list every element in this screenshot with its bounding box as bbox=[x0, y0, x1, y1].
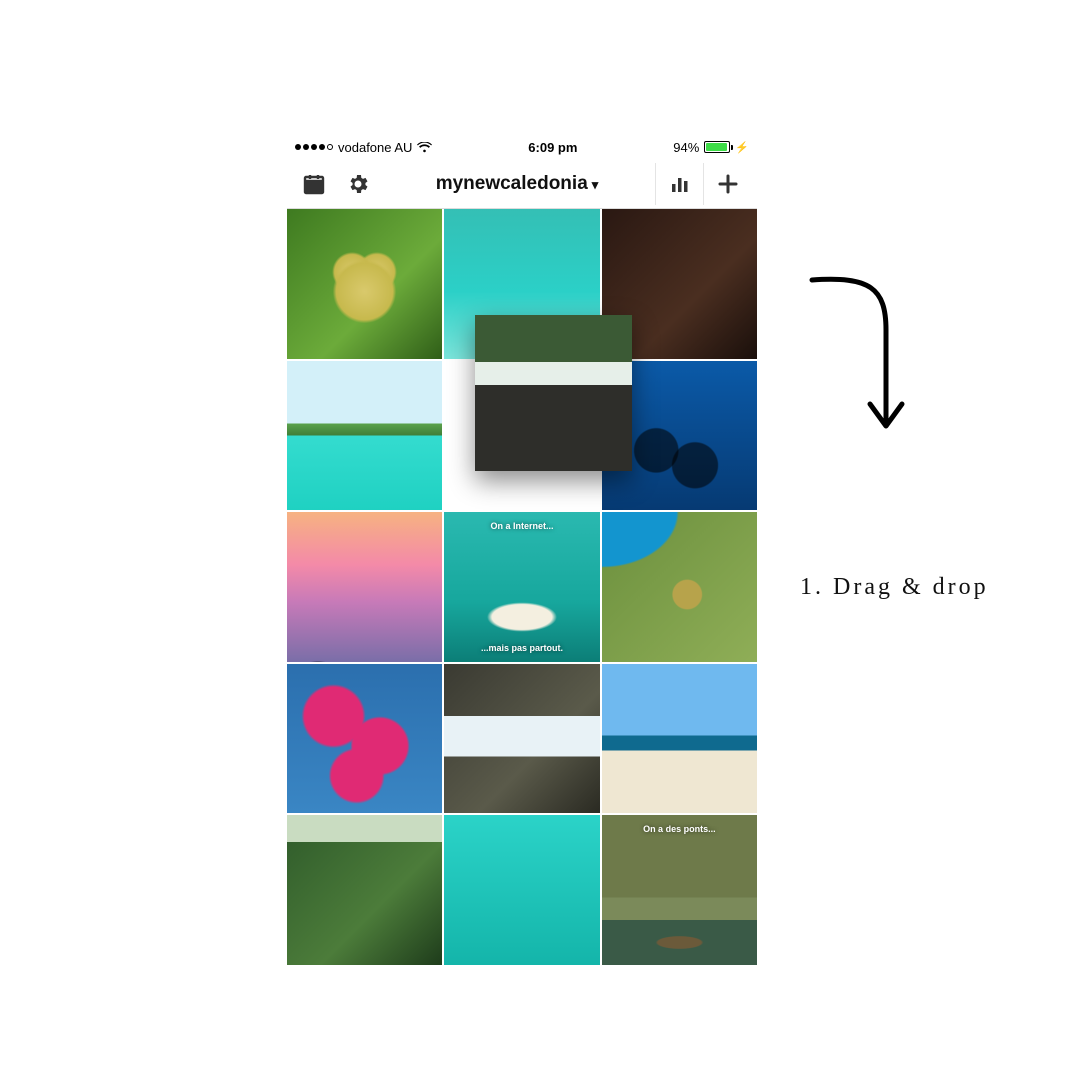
phone-screen: vodafone AU 6:09 pm 94% ⚡ bbox=[287, 135, 757, 965]
clock-label: 6:09 pm bbox=[528, 140, 577, 155]
grid-tile[interactable] bbox=[602, 512, 757, 662]
tutorial-annotation: 1. Drag & drop bbox=[800, 270, 1020, 605]
settings-button[interactable] bbox=[337, 163, 379, 205]
feed-grid: On a Internet... ...mais pas partout. On… bbox=[287, 209, 757, 965]
grid-tile[interactable] bbox=[444, 664, 599, 814]
photo-thumbnail bbox=[602, 815, 757, 965]
annotation-text: 1. Drag & drop bbox=[800, 570, 1020, 605]
chevron-down-icon: ▾ bbox=[592, 177, 599, 193]
wifi-icon bbox=[417, 142, 432, 153]
battery-icon bbox=[704, 141, 730, 153]
carrier-label: vodafone AU bbox=[338, 140, 412, 155]
grid-tile[interactable] bbox=[287, 512, 442, 662]
charging-icon: ⚡ bbox=[735, 141, 749, 154]
ios-status-bar: vodafone AU 6:09 pm 94% ⚡ bbox=[287, 135, 757, 159]
photo-caption: ...mais pas partout. bbox=[444, 640, 599, 656]
photo-thumbnail bbox=[287, 664, 442, 814]
grid-tile[interactable]: On a Internet... ...mais pas partout. bbox=[444, 512, 599, 662]
grid-tile[interactable] bbox=[287, 664, 442, 814]
calendar-button[interactable] bbox=[293, 163, 335, 205]
photo-thumbnail bbox=[287, 815, 442, 965]
arrow-icon bbox=[800, 270, 1020, 450]
account-name-label: mynewcaledonia bbox=[436, 173, 588, 195]
grid-tile[interactable] bbox=[287, 209, 442, 359]
account-switcher[interactable]: mynewcaledonia ▾ bbox=[383, 173, 651, 195]
analytics-button[interactable] bbox=[655, 163, 703, 205]
photo-thumbnail bbox=[444, 815, 599, 965]
photo-caption: On a Internet... bbox=[444, 518, 599, 534]
photo-thumbnail bbox=[287, 512, 442, 662]
grid-tile[interactable]: On a des ponts... bbox=[602, 815, 757, 965]
add-button[interactable] bbox=[703, 163, 751, 205]
photo-thumbnail bbox=[444, 664, 599, 814]
photo-thumbnail bbox=[287, 361, 442, 511]
grid-tile[interactable] bbox=[287, 361, 442, 511]
photo-thumbnail bbox=[287, 209, 442, 359]
photo-thumbnail bbox=[602, 664, 757, 814]
photo-thumbnail bbox=[475, 315, 632, 472]
grid-tile[interactable] bbox=[602, 664, 757, 814]
grid-tile[interactable] bbox=[287, 815, 442, 965]
battery-percent-label: 94% bbox=[673, 140, 699, 155]
signal-strength-icon bbox=[295, 144, 333, 150]
grid-tile[interactable] bbox=[444, 815, 599, 965]
photo-thumbnail bbox=[602, 512, 757, 662]
dragged-tile[interactable] bbox=[475, 315, 632, 472]
photo-caption: On a des ponts... bbox=[602, 821, 757, 837]
app-toolbar: mynewcaledonia ▾ bbox=[287, 159, 757, 209]
